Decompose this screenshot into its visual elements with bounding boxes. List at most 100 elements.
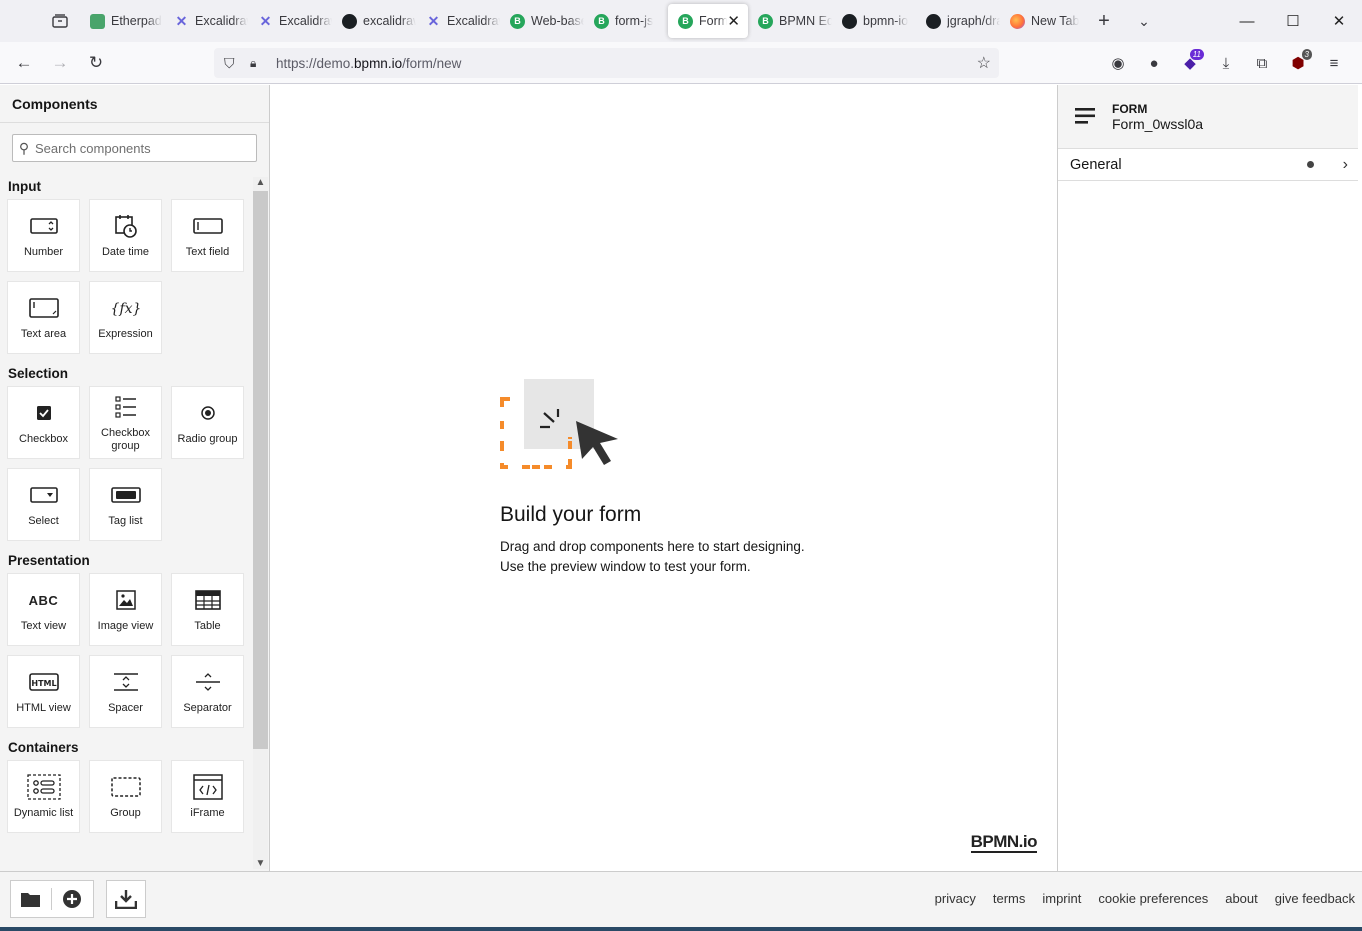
palette-entry[interactable]: ABC Text view [7,573,80,646]
new-form-plus-icon[interactable] [52,889,92,909]
palette-entry[interactable]: Text area [7,281,80,354]
palette-entry-label: Date time [101,246,150,258]
password-manager-icon[interactable]: ● [1136,47,1172,79]
palette-group-grid: Checkbox Checkbox group Radio group Select T… [0,386,254,541]
palette-group-grid: Number Date time Text field Text area {fx} Ex… [0,199,254,354]
browser-tab[interactable]: ✕ Excalidraw [416,4,500,38]
palette-scrollbar[interactable]: ▲ ▼ [253,177,268,869]
palette-entry[interactable]: Image view [89,573,162,646]
browser-tab[interactable]: bpmn-io [832,4,916,38]
tracking-protection-shield-icon[interactable]: ⛉ [224,55,240,72]
palette-entry[interactable]: Separator [171,655,244,728]
general-section-header[interactable]: General › [1058,149,1358,181]
browser-tab[interactable]: jgraph/drawio [916,4,1000,38]
palette-entry[interactable]: Select [7,468,80,541]
url-text[interactable]: https://demo.bpmn.io/form/new [276,56,461,71]
browser-tab[interactable]: ✕ Excalidraw [164,4,248,38]
footer-link[interactable]: give feedback [1275,891,1355,906]
lock-icon[interactable]: 🔒︎ [250,56,266,71]
bpmn-io-logo[interactable]: BPMN.io [970,833,1038,853]
footer-link[interactable]: imprint [1042,891,1081,906]
palette-entry-label: Spacer [108,702,143,714]
palette-entry[interactable]: Checkbox group [89,386,162,459]
tab-title[interactable]: New Tab [1031,14,1079,28]
bookmark-star-icon[interactable]: ☆ [977,53,991,73]
palette-entry[interactable]: HTML HTML view [7,655,80,728]
palette-entry[interactable]: Date time [89,199,162,272]
github-icon [926,13,941,29]
search-placeholder[interactable]: Search components [35,141,151,156]
palette-entry[interactable]: Checkbox [7,386,80,459]
svg-text:{fx}: {fx} [111,301,141,317]
ublock-icon[interactable]: ⬢ 3 [1280,47,1316,79]
palette-group-grid: Dynamic list Group iFrame [0,760,254,833]
desktop-background-strip [0,927,1362,931]
properties-panel: FORM Form_0wssl0a General › [1057,85,1358,871]
tab-title[interactable]: BPMN Editor [779,14,832,28]
footer-link[interactable]: privacy [935,891,976,906]
palette-entry[interactable]: Table [171,573,244,646]
browser-tab[interactable]: Etherpad [80,4,164,38]
tab-title[interactable]: Web-based [531,14,584,28]
palette-entry[interactable]: iFrame [171,760,244,833]
new-tab-icon[interactable]: + [1084,10,1124,33]
section-has-entries-dot-icon [1307,161,1314,168]
tab-title[interactable]: bpmn-io [863,14,908,28]
account-icon[interactable]: ◉ [1100,47,1136,79]
back-icon[interactable]: ← [6,47,42,79]
browser-tab[interactable]: B BPMN Editor [748,4,832,38]
app-menu-icon[interactable]: ≡ [1316,47,1352,79]
bpmn-icon: B [758,13,773,29]
palette-entry[interactable]: Text field [171,199,244,272]
tab-overflow-chevron-icon[interactable]: ⌄ [1124,13,1164,30]
palette-entry[interactable]: Group [89,760,162,833]
footer-link[interactable]: terms [993,891,1026,906]
forward-icon[interactable]: → [42,47,78,79]
tab-title[interactable]: Excalidraw [447,14,500,28]
properties-header: FORM Form_0wssl0a [1058,85,1358,149]
address-bar[interactable]: ⛉ 🔒︎ https://demo.bpmn.io/form/new ☆ [214,48,999,78]
list-all-tabs-icon[interactable] [40,0,80,42]
browser-tab[interactable]: Bform-js [584,4,668,38]
form-canvas[interactable]: Build your form Drag and drop components… [270,85,1057,871]
close-window-icon[interactable]: ✕ [1316,0,1362,42]
downloads-icon[interactable]: ⤓ [1208,47,1244,79]
firefox-icon [1010,13,1025,29]
maximize-icon[interactable]: ☐ [1270,0,1316,42]
tab-title[interactable]: form-js [615,14,653,28]
browser-tab[interactable]: excalidraw [332,4,416,38]
scrollbar-thumb[interactable] [253,191,268,749]
browser-tab[interactable]: New Tab [1000,4,1084,38]
general-section-label[interactable]: General [1070,157,1122,173]
palette-entry[interactable]: {fx} Expression [89,281,162,354]
scroll-down-icon[interactable]: ▼ [253,858,268,869]
tab-title[interactable]: Excalidraw [279,14,332,28]
tab-title[interactable]: excalidraw [363,14,416,28]
scroll-up-icon[interactable]: ▲ [253,177,268,188]
browser-tab[interactable]: B Web-based [500,4,584,38]
minimize-icon[interactable]: — [1224,0,1270,42]
open-folder-icon[interactable] [11,890,51,908]
footer-link[interactable]: cookie preferences [1098,891,1208,906]
reload-icon[interactable]: ↻ [78,47,114,79]
excalidraw-icon: ✕ [175,12,188,29]
tab-title[interactable]: Etherpad [111,14,162,28]
extension-purple-icon[interactable]: ◆ 11 [1172,47,1208,79]
browser-tab[interactable]: B Form ✕ [668,4,748,38]
empty-state-text: Drag and drop components here to start d… [500,537,805,577]
tab-title[interactable]: Form [699,14,727,28]
palette-entry[interactable]: Radio group [171,386,244,459]
search-components-input[interactable]: ⚲ Search components [12,134,257,162]
palette-entry[interactable]: Tag list [89,468,162,541]
browser-tab[interactable]: ✕ Excalidraw [248,4,332,38]
palette-entry[interactable]: Dynamic list [7,760,80,833]
extensions-puzzle-icon[interactable]: ⧉ [1244,47,1280,79]
tab-title[interactable]: Excalidraw [195,14,248,28]
close-tab-icon[interactable]: ✕ [727,12,740,30]
chevron-right-icon[interactable]: › [1343,156,1348,174]
download-button[interactable] [106,880,146,918]
tab-title[interactable]: jgraph/drawio [947,14,1000,28]
palette-entry[interactable]: Spacer [89,655,162,728]
palette-entry[interactable]: Number [7,199,80,272]
footer-link[interactable]: about [1225,891,1258,906]
